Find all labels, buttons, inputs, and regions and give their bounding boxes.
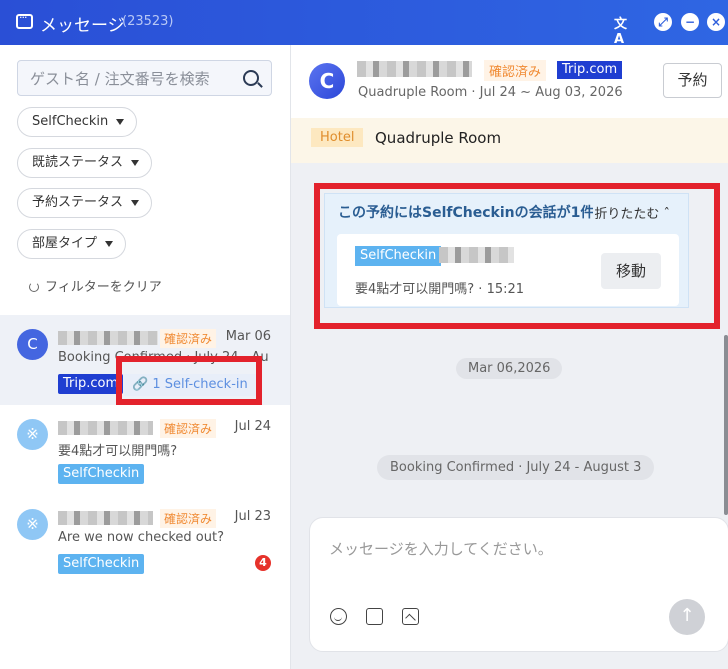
status-badge: 確認済み — [160, 329, 217, 348]
guest-name-blurred — [58, 511, 153, 525]
guest-avatar: C — [309, 63, 345, 99]
status-badge: 確認済み — [160, 509, 217, 528]
filter-selfcheckin[interactable]: SelfCheckin — [17, 107, 138, 137]
search-icon[interactable] — [243, 70, 259, 86]
hotel-bar: Hotel Quadruple Room — [291, 118, 728, 163]
date-divider: Mar 06,2026 — [456, 358, 563, 379]
conversation-date: Jul 23 — [234, 509, 271, 524]
search-input[interactable] — [30, 68, 235, 90]
filter-read-status[interactable]: 既読ステータス — [17, 148, 153, 178]
filter-label: 部屋タイプ — [32, 236, 98, 251]
conversation-date: Jul 24 — [234, 419, 271, 434]
close-icon[interactable]: × — [707, 13, 725, 31]
window-title: メッセージ — [40, 16, 125, 36]
quick-reply-icon[interactable] — [366, 608, 383, 625]
expand-icon[interactable]: ⤢ — [654, 13, 672, 31]
hotel-tag: Hotel — [311, 128, 364, 147]
filter-label: 既読ステータス — [32, 155, 124, 170]
filter-booking-status[interactable]: 予約ステータス — [17, 188, 153, 218]
message-input[interactable] — [329, 538, 699, 578]
chat-panel: C 確認済み Trip.com Quadruple Room · Jul 24 … — [291, 45, 728, 669]
chat-bubble-icon — [16, 11, 33, 29]
message-composer: ↑ — [309, 517, 728, 652]
guest-name-blurred — [357, 61, 472, 77]
caret-down-icon — [131, 199, 140, 206]
filter-label: SelfCheckin — [32, 114, 109, 129]
refresh-icon — [29, 282, 39, 292]
messages-window: メッセージ (23523) 文A ⤢ − × SelfCheckin 既読ステー… — [0, 0, 728, 669]
conversation-item[interactable]: ※ 確認済み Jul 23 Are we now checked out? Se… — [0, 495, 290, 585]
last-message: 要4點才可以開門嗎? — [58, 444, 178, 459]
avatar: ※ — [17, 509, 48, 540]
message-count: (23523) — [122, 14, 174, 29]
avatar: ※ — [17, 419, 48, 450]
room-name: Quadruple Room — [375, 129, 502, 147]
scrollbar[interactable] — [724, 335, 728, 515]
channel-tag: SelfCheckin — [58, 554, 145, 574]
status-badge: 確認済み — [160, 419, 217, 438]
title-bar: メッセージ (23523) 文A ⤢ − × — [0, 0, 728, 47]
conversation-date: Mar 06 — [225, 329, 271, 344]
system-message: Booking Confirmed · July 24 - August 3 — [377, 455, 655, 480]
booking-summary: Quadruple Room · Jul 24 ~ Aug 03, 2026 — [358, 85, 623, 100]
emoji-icon[interactable] — [330, 608, 347, 625]
chat-header: C 確認済み Trip.com Quadruple Room · Jul 24 … — [291, 45, 728, 118]
clear-filters-link[interactable]: フィルターをクリア — [29, 276, 162, 295]
status-badge: 確認済み — [484, 60, 547, 81]
unread-badge: 4 — [255, 555, 271, 571]
image-icon[interactable] — [402, 608, 419, 625]
channel-tag: SelfCheckin — [58, 464, 145, 484]
channel-tag: Trip.com — [557, 61, 623, 79]
caret-down-icon — [131, 159, 140, 166]
search-box — [17, 60, 272, 96]
highlight-box — [314, 183, 720, 329]
conversation-item[interactable]: ※ 確認済み Jul 24 要4點才可以開門嗎? SelfCheckin — [0, 405, 290, 495]
last-message: Are we now checked out? — [58, 530, 224, 545]
channel-tag: Trip.com — [58, 374, 124, 394]
avatar: C — [17, 329, 48, 360]
send-button[interactable]: ↑ — [669, 599, 705, 635]
guest-name-blurred — [58, 331, 158, 345]
guest-name-blurred — [58, 421, 153, 435]
translate-icon[interactable]: 文A — [614, 13, 632, 47]
clear-filters-label: フィルターをクリア — [45, 280, 162, 295]
minimize-icon[interactable]: − — [681, 13, 699, 31]
booking-button[interactable]: 予約 — [663, 63, 722, 98]
caret-down-icon — [116, 118, 125, 125]
caret-down-icon — [105, 240, 114, 247]
highlight-box — [116, 356, 262, 405]
filter-room-type[interactable]: 部屋タイプ — [17, 229, 127, 259]
filter-label: 予約ステータス — [32, 195, 124, 210]
